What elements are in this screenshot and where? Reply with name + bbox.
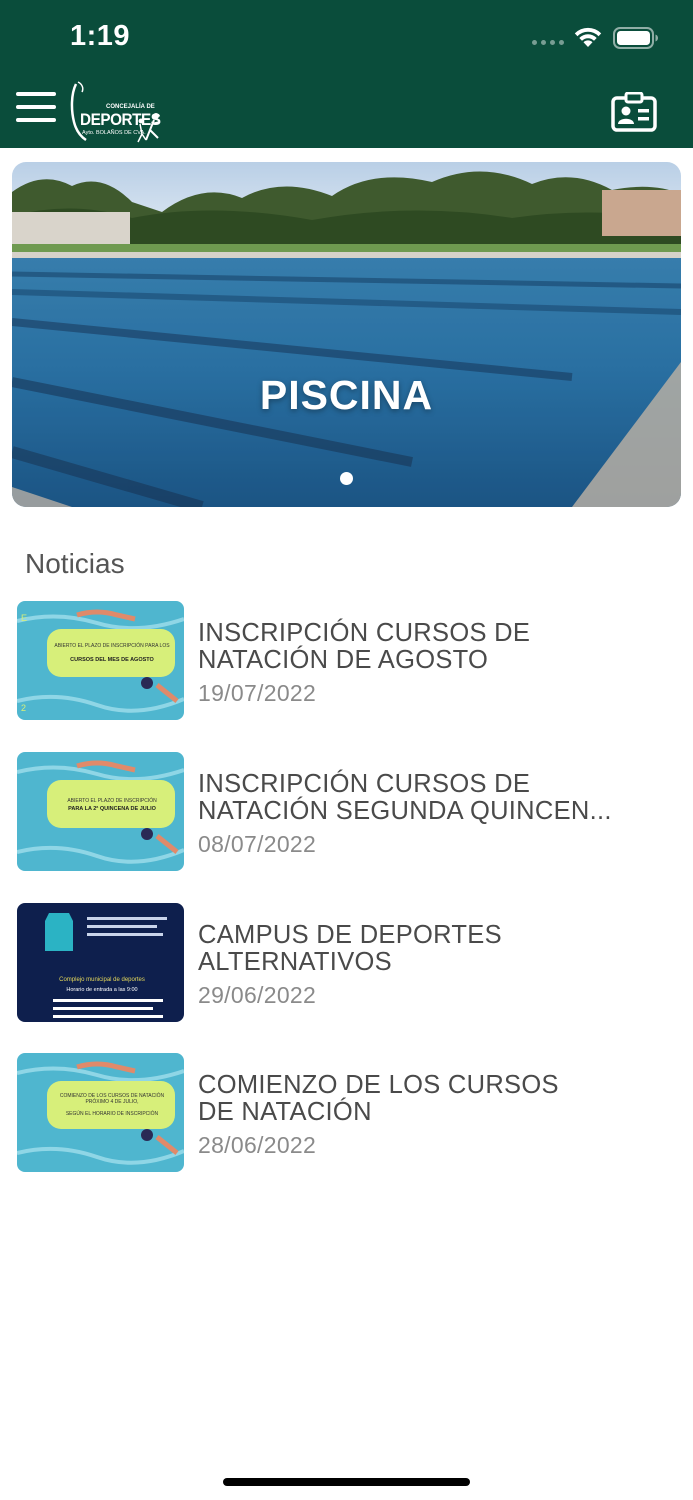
news-thumbnail: ABIERTO EL PLAZO DE INSCRIPCIÓN PARA LA … — [17, 752, 184, 871]
news-item[interactable]: COMIENZO DE LOS CURSOS DE NATACIÓN PRÓXI… — [0, 1052, 693, 1174]
thumbnail-caption-secondary: SEGÚN EL HORARIO DE INSCRIPCIÓN — [65, 1111, 159, 1117]
thumbnail-caption: ABIERTO EL PLAZO DE INSCRIPCIÓN PARA LOS — [54, 643, 170, 649]
thumbnail-caption-secondary: Horario de entrada a las 9:00 — [66, 987, 138, 993]
thumbnail-caption-bold: PARA LA 2ª QUINCENA DE JULIO — [68, 806, 156, 812]
app-logo: CONCEJALÍA DE DEPORTES Ayto. BOLAÑOS DE … — [68, 78, 164, 144]
news-date: 29/06/2022 — [198, 982, 317, 1008]
id-card-button[interactable] — [611, 92, 657, 132]
wifi-icon — [574, 27, 602, 47]
featured-banner[interactable]: PISCINA — [12, 162, 681, 507]
news-item[interactable]: Complejo municipal de deportes Horario d… — [0, 902, 693, 1024]
battery-icon — [613, 27, 658, 49]
logo-caption: Ayto. BOLAÑOS DE CVA. — [82, 130, 146, 136]
thumbnail-caption: COMIENZO DE LOS CURSOS DE NATACIÓN PRÓXI… — [59, 1093, 165, 1105]
logo-title: DEPORTES — [80, 110, 161, 129]
campus-poster-image — [17, 903, 184, 1022]
svg-text:2: 2 — [21, 703, 26, 713]
news-section-title: Noticias — [25, 548, 125, 579]
news-thumbnail: Complejo municipal de deportes Horario d… — [17, 903, 184, 1022]
news-item[interactable]: E 2 ABIERTO EL PLAZO DE INSCRIPCIÓN PARA… — [0, 600, 693, 722]
menu-button[interactable] — [16, 92, 56, 122]
news-title: INSCRIPCIÓN CURSOS DE NATACIÓN DE AGOSTO — [198, 619, 531, 674]
news-title: CAMPUS DE DEPORTES ALTERNATIVOS — [198, 921, 502, 976]
thumbnail-caption: Complejo municipal de deportes — [59, 977, 145, 983]
app-header: CONCEJALÍA DE DEPORTES Ayto. BOLAÑOS DE … — [0, 76, 693, 148]
news-thumbnail: E 2 ABIERTO EL PLAZO DE INSCRIPCIÓN PARA… — [17, 601, 184, 720]
status-time: 1:19 — [70, 20, 131, 52]
home-indicator[interactable] — [223, 1478, 470, 1486]
pager-dot-active[interactable] — [340, 472, 353, 485]
news-title: INSCRIPCIÓN CURSOS DE NATACIÓN SEGUNDA Q… — [198, 770, 612, 825]
news-item[interactable]: ABIERTO EL PLAZO DE INSCRIPCIÓN PARA LA … — [0, 751, 693, 873]
news-thumbnail: COMIENZO DE LOS CURSOS DE NATACIÓN PRÓXI… — [17, 1053, 184, 1172]
carousel-pager[interactable] — [12, 472, 681, 485]
banner-title: PISCINA — [259, 372, 434, 418]
news-date: 19/07/2022 — [198, 680, 317, 706]
svg-text:E: E — [21, 613, 27, 623]
cellular-signal-icon — [532, 40, 564, 45]
thumbnail-caption-bold: CURSOS DEL MES DE AGOSTO — [70, 657, 154, 663]
news-title: COMIENZO DE LOS CURSOS DE NATACIÓN — [198, 1071, 559, 1126]
news-date: 28/06/2022 — [198, 1132, 317, 1158]
news-date: 08/07/2022 — [198, 831, 317, 857]
pool-image — [12, 162, 681, 507]
status-bar: 1:19 — [0, 0, 693, 76]
thumbnail-caption: ABIERTO EL PLAZO DE INSCRIPCIÓN — [67, 798, 157, 804]
